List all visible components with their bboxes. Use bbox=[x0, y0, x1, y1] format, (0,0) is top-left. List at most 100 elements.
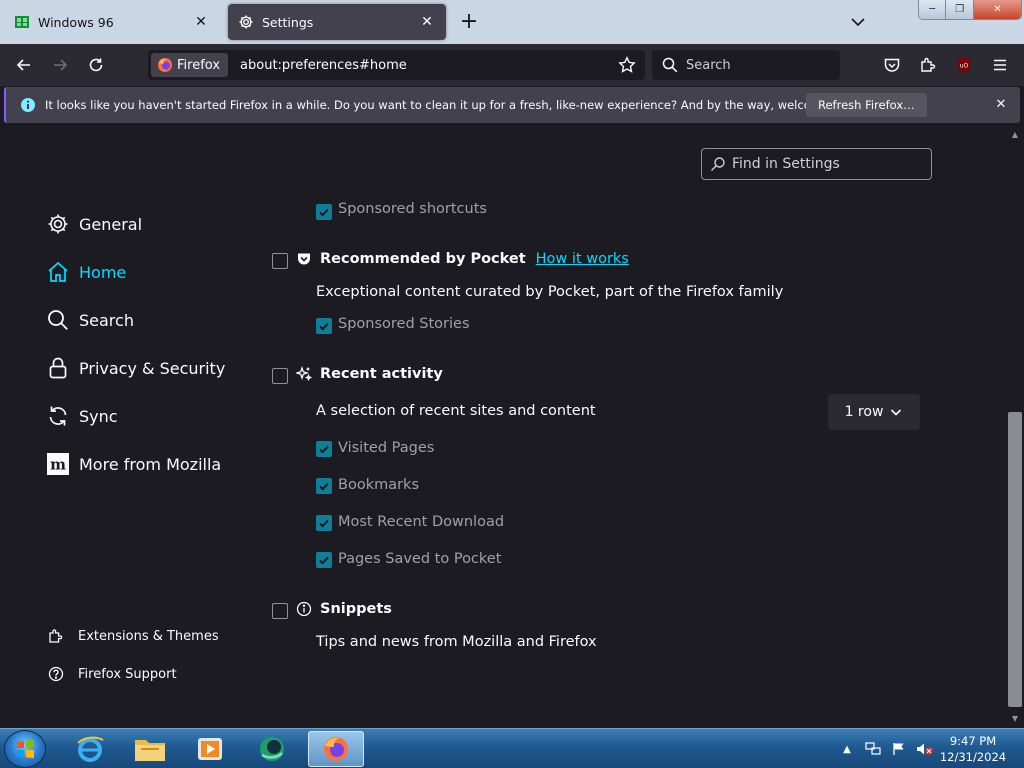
sidebar-firefox-support-link[interactable]: Firefox Support bbox=[48, 663, 177, 685]
recommended-by-pocket-checkbox[interactable] bbox=[272, 253, 288, 269]
internet-explorer-icon[interactable] bbox=[62, 731, 118, 767]
tab-strip: Windows 96 ✕ Settings ✕ + ─ ❐ ✕ bbox=[0, 0, 1024, 44]
search-icon bbox=[662, 57, 678, 73]
file-explorer-icon[interactable] bbox=[122, 731, 178, 767]
visited-pages-checkbox[interactable] bbox=[316, 441, 332, 457]
firefox-icon[interactable] bbox=[308, 731, 364, 767]
tab-settings[interactable]: Settings ✕ bbox=[228, 4, 446, 40]
sponsored-shortcuts-checkbox[interactable] bbox=[316, 204, 332, 220]
svg-text:uO: uO bbox=[960, 63, 969, 70]
extensions-puzzle-icon[interactable] bbox=[916, 53, 940, 77]
recent-activity-rows-dropdown[interactable]: 1 row bbox=[828, 394, 920, 430]
identity-label: Firefox bbox=[177, 57, 221, 73]
gear-icon bbox=[46, 212, 70, 236]
new-tab-button[interactable]: + bbox=[456, 10, 482, 36]
system-tray: ▲ bbox=[838, 729, 942, 768]
refresh-firefox-button[interactable]: Refresh Firefox… bbox=[806, 93, 927, 117]
search-icon bbox=[711, 157, 725, 171]
close-window-button[interactable]: ✕ bbox=[973, 0, 1021, 19]
media-player-icon[interactable] bbox=[182, 731, 238, 767]
ublock-origin-icon[interactable]: uO bbox=[952, 53, 976, 77]
pocket-icon bbox=[296, 251, 312, 267]
close-icon[interactable]: ✕ bbox=[992, 96, 1010, 114]
home-icon bbox=[46, 260, 70, 284]
sidebar-item-more-from-mozilla[interactable]: m More from Mozilla bbox=[46, 449, 221, 479]
find-placeholder: Find in Settings bbox=[732, 156, 840, 172]
windows-taskbar: ▲ 9:47 PM 12/31/2024 bbox=[0, 728, 1024, 768]
help-icon bbox=[48, 666, 64, 682]
sponsored-stories-checkbox[interactable] bbox=[316, 318, 332, 334]
reload-icon[interactable] bbox=[84, 53, 108, 77]
address-bar[interactable]: Firefox about:preferences#home bbox=[148, 50, 645, 80]
bookmarks-label: Bookmarks bbox=[338, 477, 420, 493]
tab-title: Settings bbox=[262, 14, 314, 30]
search-placeholder: Search bbox=[686, 57, 731, 73]
bookmark-star-icon[interactable] bbox=[615, 53, 639, 77]
sidebar-item-general[interactable]: General bbox=[46, 209, 142, 239]
back-arrow-icon[interactable] bbox=[12, 53, 36, 77]
tab-close-icon[interactable]: ✕ bbox=[418, 13, 436, 31]
most-recent-download-checkbox[interactable] bbox=[316, 515, 332, 531]
how-it-works-link[interactable]: How it works bbox=[536, 251, 629, 267]
recent-activity-checkbox[interactable] bbox=[272, 368, 288, 384]
pages-saved-to-pocket-checkbox[interactable] bbox=[316, 552, 332, 568]
refresh-firefox-notification: It looks like you haven't started Firefo… bbox=[4, 87, 1020, 123]
sidebar-item-sync[interactable]: Sync bbox=[46, 401, 118, 431]
recent-activity-label: Recent activity bbox=[320, 366, 443, 382]
pocket-label: Recommended by Pocket bbox=[320, 251, 526, 267]
list-all-tabs-chevron-down-icon[interactable] bbox=[846, 10, 870, 34]
forward-arrow-icon[interactable] bbox=[48, 53, 72, 77]
sparkle-icon bbox=[296, 366, 312, 382]
start-button-windows-logo-icon[interactable] bbox=[4, 730, 46, 768]
snippets-checkbox[interactable] bbox=[272, 603, 288, 619]
windows96-favicon-icon bbox=[14, 14, 30, 30]
snippets-heading: Snippets bbox=[296, 601, 392, 617]
sidebar-item-label: More from Mozilla bbox=[79, 454, 222, 474]
maximize-button[interactable]: ❐ bbox=[946, 0, 974, 19]
pocket-icon[interactable] bbox=[880, 53, 904, 77]
sync-icon bbox=[46, 404, 70, 428]
hamburger-menu-icon[interactable] bbox=[988, 53, 1012, 77]
sidebar-item-home[interactable]: Home bbox=[46, 257, 126, 287]
identity-box[interactable]: Firefox bbox=[151, 53, 229, 77]
minimize-button[interactable]: ─ bbox=[919, 0, 947, 19]
tab-title: Windows 96 bbox=[38, 14, 114, 30]
scroll-down-arrow-icon[interactable]: ▼ bbox=[1010, 714, 1020, 724]
svg-text:m: m bbox=[50, 456, 66, 474]
sidebar-item-search[interactable]: Search bbox=[46, 305, 134, 335]
pages-saved-to-pocket-label: Pages Saved to Pocket bbox=[338, 551, 502, 567]
search-bar[interactable]: Search bbox=[652, 50, 840, 80]
page-scrollbar[interactable]: ▲ ▼ bbox=[1006, 126, 1024, 728]
bookmarks-checkbox[interactable] bbox=[316, 478, 332, 494]
navigation-toolbar: Firefox about:preferences#home Search uO bbox=[0, 44, 1024, 86]
sidebar-footer-label: Extensions & Themes bbox=[78, 628, 219, 644]
network-icon[interactable] bbox=[864, 741, 882, 757]
scroll-up-arrow-icon[interactable]: ▲ bbox=[1010, 130, 1020, 140]
sponsored-shortcuts-label: Sponsored shortcuts bbox=[338, 201, 487, 217]
tab-close-icon[interactable]: ✕ bbox=[192, 13, 210, 31]
sidebar-extensions-themes-link[interactable]: Extensions & Themes bbox=[48, 625, 219, 647]
recent-activity-heading: Recent activity bbox=[296, 366, 443, 382]
window-controls: ─ ❐ ✕ bbox=[918, 0, 1022, 20]
sidebar-item-label: Privacy & Security bbox=[79, 358, 226, 378]
clock-date: 12/31/2024 bbox=[939, 750, 1007, 764]
chevron-down-icon bbox=[891, 409, 902, 416]
find-in-settings-input[interactable]: Find in Settings bbox=[701, 148, 932, 180]
action-center-flag-icon[interactable] bbox=[890, 741, 908, 757]
snippets-label: Snippets bbox=[320, 601, 392, 617]
taskbar-clock[interactable]: 9:47 PM 12/31/2024 bbox=[934, 733, 1012, 765]
info-icon bbox=[20, 97, 36, 113]
scroll-thumb[interactable] bbox=[1008, 412, 1022, 707]
url-text[interactable]: about:preferences#home bbox=[240, 58, 615, 73]
sidebar-item-label: Home bbox=[79, 262, 127, 282]
show-hidden-icons-arrow-icon[interactable]: ▲ bbox=[838, 741, 856, 757]
volume-muted-icon[interactable] bbox=[916, 741, 934, 757]
sidebar-item-privacy-security[interactable]: Privacy & Security bbox=[46, 353, 225, 383]
visited-pages-label: Visited Pages bbox=[338, 440, 435, 456]
rows-value: 1 row bbox=[844, 404, 884, 420]
settings-page: Find in Settings General Home Search Pri… bbox=[0, 126, 1024, 728]
tab-windows-96[interactable]: Windows 96 ✕ bbox=[4, 4, 220, 40]
green-app-icon[interactable] bbox=[244, 731, 300, 767]
sidebar-item-label: General bbox=[79, 214, 143, 234]
puzzle-icon bbox=[48, 628, 64, 644]
